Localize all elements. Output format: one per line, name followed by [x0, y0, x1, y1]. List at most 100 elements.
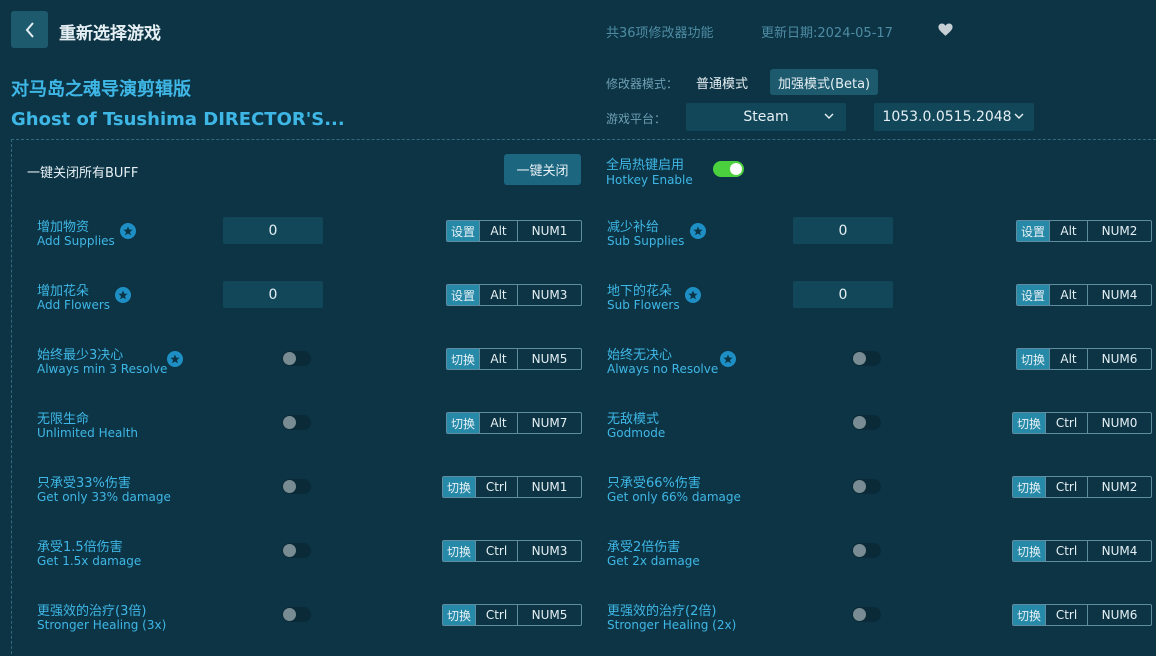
feature-name-en: Get 1.5x damage	[37, 554, 142, 568]
feature-toggle[interactable]	[852, 607, 881, 622]
hotkey-action-button[interactable]: 切换	[447, 413, 480, 433]
enhanced-mode-button[interactable]: 加强模式(Beta)	[770, 69, 879, 95]
feature-toggle[interactable]	[282, 543, 311, 558]
hotkey-combo[interactable]: 切换 Ctrl NUM1	[442, 476, 582, 498]
feature-name-en: Stronger Healing (3x)	[37, 618, 167, 632]
hotkey-combo[interactable]: 切换 Alt NUM6	[1016, 348, 1152, 370]
hotkey-key: NUM2	[1087, 477, 1151, 497]
feature-name-cn: 更强效的治疗(3倍)	[37, 604, 147, 619]
hotkey-action-button[interactable]: 切换	[1017, 349, 1050, 369]
hotkey-combo[interactable]: 切换 Ctrl NUM4	[1012, 540, 1152, 562]
hotkey-key: NUM4	[1087, 285, 1151, 305]
hotkey-modifier: Alt	[1049, 221, 1087, 241]
feature-toggle[interactable]	[852, 351, 881, 366]
feature-row: 承受1.5倍伤害 Get 1.5x damage 切换 Ctrl NUM3	[37, 536, 582, 576]
hotkey-combo[interactable]: 切换 Ctrl NUM5	[442, 604, 582, 626]
star-icon	[120, 223, 136, 239]
hotkey-key: NUM6	[1087, 349, 1151, 369]
feature-row: 只承受66%伤害 Get only 66% damage 切换 Ctrl NUM2	[607, 472, 1152, 512]
hotkey-combo[interactable]: 切换 Ctrl NUM6	[1012, 604, 1152, 626]
feature-name-cn: 只承受33%伤害	[37, 476, 131, 491]
normal-mode-button[interactable]: 普通模式	[688, 69, 756, 95]
hotkey-combo[interactable]: 设置 Alt NUM2	[1016, 220, 1152, 242]
value-input[interactable]: 0	[793, 217, 893, 244]
heart-icon[interactable]	[937, 21, 954, 38]
hotkey-action-button[interactable]: 设置	[447, 285, 480, 305]
chevron-down-icon	[824, 113, 834, 119]
hotkey-action-button[interactable]: 设置	[1017, 285, 1050, 305]
hotkey-key: NUM3	[517, 541, 581, 561]
feature-toggle[interactable]	[852, 543, 881, 558]
feature-name-cn: 承受2倍伤害	[607, 540, 681, 555]
hotkey-modifier: Alt	[479, 285, 517, 305]
chevron-down-icon	[1014, 113, 1024, 119]
platform-selected: Steam	[743, 109, 789, 125]
value-input[interactable]: 0	[793, 281, 893, 308]
hotkey-combo[interactable]: 切换 Alt NUM5	[446, 348, 582, 370]
hotkey-action-button[interactable]: 切换	[443, 605, 476, 625]
value-input[interactable]: 0	[223, 281, 323, 308]
hotkey-modifier: Alt	[479, 413, 517, 433]
hotkey-modifier: Ctrl	[475, 605, 517, 625]
hotkey-combo[interactable]: 切换 Ctrl NUM3	[442, 540, 582, 562]
hotkey-modifier: Ctrl	[1045, 605, 1087, 625]
feature-toggle[interactable]	[282, 351, 311, 366]
close-all-button[interactable]: 一键关闭	[504, 154, 581, 185]
feature-toggle[interactable]	[852, 415, 881, 430]
feature-row: 只承受33%伤害 Get only 33% damage 切换 Ctrl NUM1	[37, 472, 582, 512]
hotkey-action-button[interactable]: 切换	[1013, 541, 1046, 561]
hotkey-enable-switch[interactable]	[713, 161, 744, 177]
hotkey-action-button[interactable]: 切换	[443, 541, 476, 561]
hotkey-key: NUM4	[1087, 541, 1151, 561]
star-icon	[685, 287, 701, 303]
close-all-label: 一键关闭所有BUFF	[27, 166, 139, 181]
feature-row: 增加花朵 Add Flowers 0 设置 Alt NUM3	[37, 280, 582, 320]
feature-name-cn: 无敌模式	[607, 412, 660, 427]
feature-toggle[interactable]	[852, 479, 881, 494]
feature-name-en: Add Supplies	[37, 234, 115, 248]
feature-name-en: Always no Resolve	[607, 362, 719, 376]
value-input[interactable]: 0	[223, 217, 323, 244]
version-dropdown[interactable]: 1053.0.0515.2048	[874, 103, 1034, 131]
feature-name-cn: 减少补给	[607, 220, 660, 235]
update-date: 更新日期:2024-05-17	[761, 26, 893, 41]
feature-name-cn: 始终无决心	[607, 348, 673, 363]
feature-toggle[interactable]	[282, 415, 311, 430]
feature-row: 减少补给 Sub Supplies 0 设置 Alt NUM2	[607, 216, 1152, 256]
feature-name-cn: 始终最少3决心	[37, 348, 124, 363]
page-title: 重新选择游戏	[59, 24, 161, 44]
feature-row: 更强效的治疗(3倍) Stronger Healing (3x) 切换 Ctrl NUM…	[37, 600, 582, 640]
hotkey-action-button[interactable]: 切换	[1013, 477, 1046, 497]
hotkey-action-button[interactable]: 切换	[1013, 413, 1046, 433]
hotkey-action-button[interactable]: 设置	[1017, 221, 1050, 241]
hotkey-action-button[interactable]: 切换	[447, 349, 480, 369]
feature-name-cn: 增加花朵	[37, 284, 90, 299]
feature-name-cn: 地下的花朵	[607, 284, 673, 299]
hotkey-enable-label-en: Hotkey Enable	[606, 173, 693, 187]
hotkey-action-button[interactable]: 切换	[443, 477, 476, 497]
feature-row: 地下的花朵 Sub Flowers 0 设置 Alt NUM4	[607, 280, 1152, 320]
feature-name-en: Get 2x damage	[607, 554, 700, 568]
hotkey-combo[interactable]: 设置 Alt NUM3	[446, 284, 582, 306]
feature-name-en: Sub Flowers	[607, 298, 680, 312]
platform-dropdown[interactable]: Steam	[686, 103, 846, 131]
hotkey-combo[interactable]: 设置 Alt NUM4	[1016, 284, 1152, 306]
chevron-left-icon	[25, 21, 34, 38]
hotkey-combo[interactable]: 设置 Alt NUM1	[446, 220, 582, 242]
hotkey-action-button[interactable]: 设置	[447, 221, 480, 241]
feature-name-cn: 无限生命	[37, 412, 90, 427]
hotkey-combo[interactable]: 切换 Alt NUM7	[446, 412, 582, 434]
feature-toggle[interactable]	[282, 479, 311, 494]
star-icon	[720, 351, 736, 367]
feature-toggle[interactable]	[282, 607, 311, 622]
feature-name-cn: 更强效的治疗(2倍)	[607, 604, 717, 619]
hotkey-action-button[interactable]: 切换	[1013, 605, 1046, 625]
back-button[interactable]	[11, 11, 48, 48]
hotkey-modifier: Alt	[1049, 349, 1087, 369]
mode-label: 修改器模式：	[606, 77, 679, 91]
hotkey-combo[interactable]: 切换 Ctrl NUM2	[1012, 476, 1152, 498]
hotkey-modifier: Ctrl	[1045, 541, 1087, 561]
feature-name-en: Unlimited Health	[37, 426, 139, 440]
hotkey-key: NUM5	[517, 349, 581, 369]
hotkey-combo[interactable]: 切换 Ctrl NUM0	[1012, 412, 1152, 434]
